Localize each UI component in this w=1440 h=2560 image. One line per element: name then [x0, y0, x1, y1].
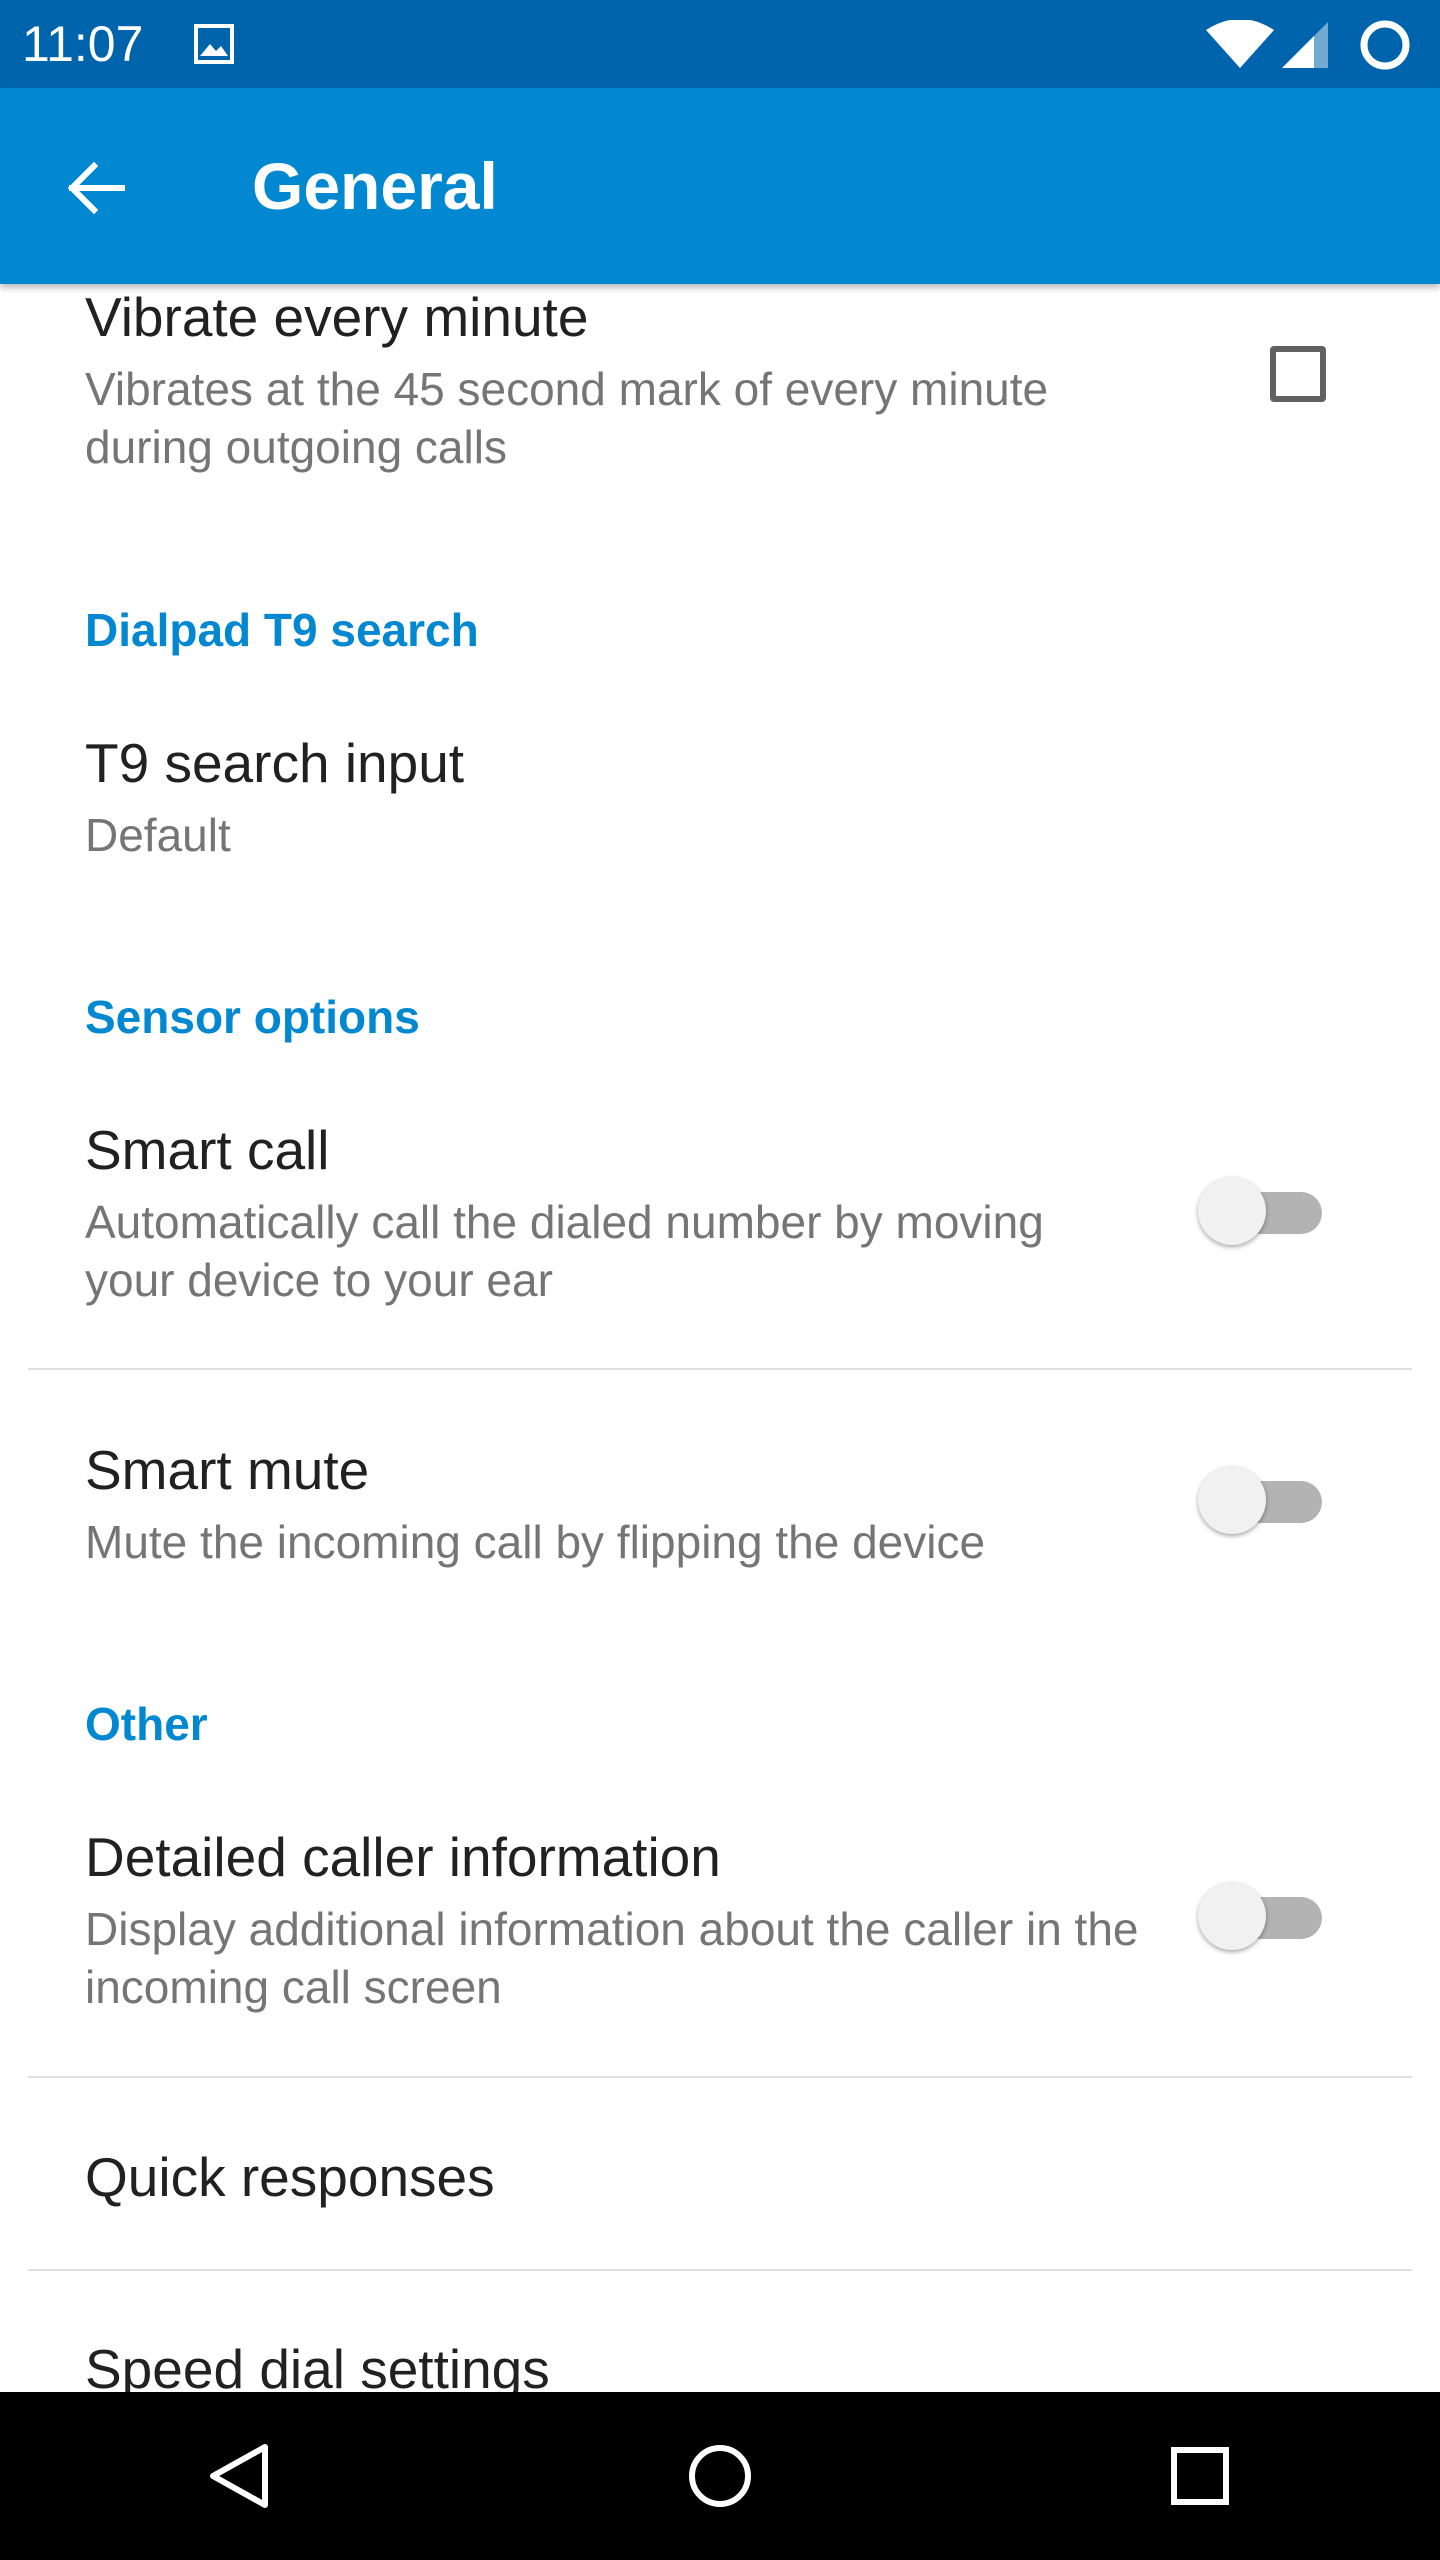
smart-mute-switch[interactable] — [1198, 1459, 1328, 1539]
settings-list[interactable]: Vibrate every minute Vibrates at the 45 … — [0, 284, 1440, 2392]
switch-thumb — [1198, 1466, 1266, 1534]
pref-title: Vibrate every minute — [85, 286, 589, 348]
wifi-icon — [1206, 20, 1274, 68]
arrow-back-icon — [67, 161, 125, 215]
nav-recents-button[interactable] — [1150, 2426, 1250, 2526]
section-header-dialpad: Dialpad T9 search — [85, 604, 479, 656]
section-header-sensor: Sensor options — [85, 991, 420, 1043]
status-time: 11:07 — [22, 16, 144, 72]
pref-summary: Automatically call the dialed number by … — [85, 1196, 1044, 1306]
battery-icon — [1360, 20, 1410, 70]
pref-title: T9 search input — [85, 732, 465, 794]
pref-title: Speed dial settings — [85, 2338, 550, 2392]
nav-home-button[interactable] — [670, 2426, 770, 2526]
signal-icon — [1282, 22, 1328, 68]
pref-title: Detailed caller information — [85, 1826, 721, 1888]
recents-square-icon — [1171, 2447, 1229, 2505]
vibrate-checkbox[interactable] — [1270, 346, 1326, 402]
detailed-caller-info-switch[interactable] — [1198, 1875, 1328, 1955]
pref-summary: Mute the incoming call by flipping the d… — [85, 1516, 986, 1568]
divider — [28, 2076, 1412, 2078]
divider — [28, 2269, 1412, 2271]
pref-title: Smart call — [85, 1119, 330, 1181]
pref-summary: Default — [85, 809, 231, 861]
pref-title: Quick responses — [85, 2146, 495, 2208]
pref-summary: Vibrates at the 45 second mark of every … — [85, 363, 1049, 473]
navigation-bar — [0, 2392, 1440, 2560]
gallery-icon — [194, 24, 234, 64]
status-bar: 11:07 — [0, 0, 1440, 88]
pref-summary: Display additional information about the… — [85, 1903, 1139, 2013]
section-header-other: Other — [85, 1698, 208, 1750]
back-button[interactable] — [36, 128, 156, 248]
back-triangle-icon — [210, 2444, 268, 2508]
pref-title: Smart mute — [85, 1439, 370, 1501]
app-bar: General — [0, 88, 1440, 284]
nav-back-button[interactable] — [190, 2426, 290, 2526]
home-circle-icon — [689, 2445, 751, 2507]
divider — [28, 1368, 1412, 1370]
smart-call-switch[interactable] — [1198, 1170, 1328, 1250]
page-title: General — [252, 149, 498, 223]
switch-thumb — [1198, 1882, 1266, 1950]
switch-thumb — [1198, 1177, 1266, 1245]
